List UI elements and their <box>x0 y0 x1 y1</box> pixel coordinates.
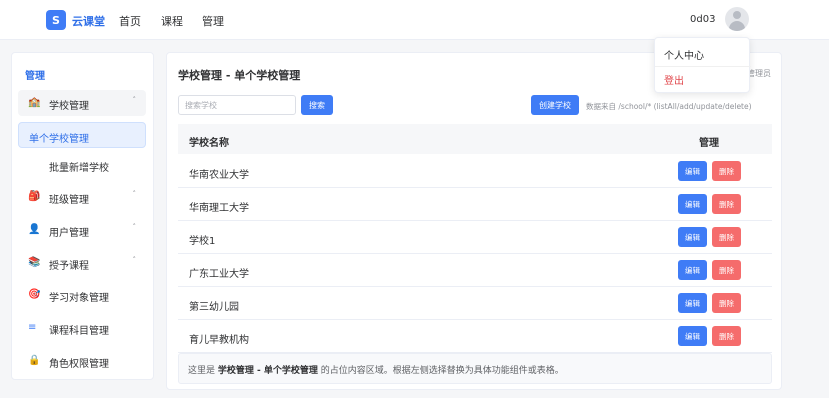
avatar[interactable] <box>725 7 749 31</box>
edit-button[interactable]: 编辑 <box>678 260 707 280</box>
placeholder-note-highlight: 学校管理 - 单个学校管理 <box>217 366 318 376</box>
menu-item-profile[interactable]: 个人中心 <box>664 47 704 62</box>
edit-button[interactable]: 编辑 <box>678 227 707 247</box>
avatar-head-icon <box>733 11 741 19</box>
user-icon: 👤 <box>28 224 41 235</box>
school-name: 第三幼儿园 <box>189 302 239 313</box>
sidebar-item-label: 单个学校管理 <box>29 134 89 145</box>
page-title: 学校管理 - 单个学校管理 <box>178 69 301 82</box>
sidebar-item-label: 授予课程 <box>49 261 89 272</box>
school-name: 华南理工大学 <box>189 203 249 214</box>
user-name[interactable]: 0d03 <box>690 14 715 25</box>
menu-item-logout[interactable]: 登出 <box>664 72 684 87</box>
sidebar-item-learning-objects[interactable]: 🎯 学习对象管理 <box>18 282 146 308</box>
column-header-name: 学校名称 <box>189 138 229 149</box>
sidebar-item-label: 课程科目管理 <box>49 326 109 337</box>
sidebar-item-school-management[interactable]: 🏫 学校管理 ˄ <box>18 90 146 116</box>
edit-button[interactable]: 编辑 <box>678 293 707 313</box>
list-icon: ≡ <box>28 322 37 333</box>
table-row: 广东工业大学 编辑 删除 <box>178 254 772 287</box>
admin-role-hint: 管理员 <box>747 69 771 78</box>
app-logo[interactable]: S <box>46 10 66 30</box>
sidebar-item-course-subjects[interactable]: ≡ 课程科目管理 <box>18 315 146 341</box>
column-header-actions: 管理 <box>699 138 719 149</box>
books-icon: 📚 <box>28 257 41 268</box>
chevron-up-icon: ˄ <box>132 96 137 104</box>
sidebar-item-label: 班级管理 <box>49 195 89 206</box>
main-panel: 学校管理 - 单个学校管理 管理员 搜索 创建学校 数据来自 /school/*… <box>166 52 782 390</box>
school-name: 广东工业大学 <box>189 269 249 280</box>
edit-button[interactable]: 编辑 <box>678 161 707 181</box>
edit-button[interactable]: 编辑 <box>678 326 707 346</box>
bag-icon: 🎒 <box>28 191 41 202</box>
sidebar-item-role-permissions[interactable]: 🔒 角色权限管理 <box>18 348 146 374</box>
delete-button[interactable]: 删除 <box>712 293 741 313</box>
chevron-up-icon: ˄ <box>132 256 137 264</box>
sidebar-item-label: 学校管理 <box>49 101 89 112</box>
delete-button[interactable]: 删除 <box>712 227 741 247</box>
sidebar-item-batch-add-school[interactable]: 批量新增学校 <box>18 152 146 178</box>
chevron-up-icon: ˄ <box>132 190 137 198</box>
top-navbar: S 云课堂 首页 课程 管理 0d03 <box>0 0 829 40</box>
sidebar-item-label: 学习对象管理 <box>49 293 109 304</box>
sidebar-item-label: 角色权限管理 <box>49 359 109 370</box>
placeholder-note-suffix: 的占位内容区域。根据左侧选择替换为具体功能组件或表格。 <box>317 366 564 376</box>
nav-admin[interactable]: 管理 <box>202 13 224 29</box>
delete-button[interactable]: 删除 <box>712 194 741 214</box>
school-icon: 🏫 <box>28 97 41 108</box>
sidebar-item-label: 用户管理 <box>49 228 89 239</box>
sidebar-title: 管理 <box>25 71 45 82</box>
delete-button[interactable]: 删除 <box>712 161 741 181</box>
sidebar-item-user-management[interactable]: 👤 用户管理 ˄ <box>18 217 146 243</box>
sidebar-item-grant-courses[interactable]: 📚 授予课程 ˄ <box>18 250 146 276</box>
school-name: 华南农业大学 <box>189 170 249 181</box>
nav-home[interactable]: 首页 <box>119 13 141 29</box>
avatar-body-icon <box>729 21 745 31</box>
table-row: 华南农业大学 编辑 删除 <box>178 155 772 188</box>
table-row: 第三幼儿园 编辑 删除 <box>178 287 772 320</box>
delete-button[interactable]: 删除 <box>712 260 741 280</box>
data-source-note: 数据来自 /school/* (listAll/add/update/delet… <box>586 102 752 111</box>
school-name: 育儿早教机构 <box>189 335 249 346</box>
lock-icon: 🔒 <box>28 355 41 366</box>
create-school-button[interactable]: 创建学校 <box>531 95 579 115</box>
placeholder-note-prefix: 这里是 <box>188 366 218 376</box>
table-row: 华南理工大学 编辑 删除 <box>178 188 772 221</box>
search-button[interactable]: 搜索 <box>301 95 333 115</box>
table-header: 学校名称 管理 <box>178 124 772 154</box>
edit-button[interactable]: 编辑 <box>678 194 707 214</box>
sidebar: 管理 🏫 学校管理 ˄ 单个学校管理 批量新增学校 🎒 班级管理 ˄ 👤 用户管… <box>11 52 154 380</box>
sidebar-item-class-management[interactable]: 🎒 班级管理 ˄ <box>18 184 146 210</box>
chevron-up-icon: ˄ <box>132 223 137 231</box>
menu-divider <box>655 66 751 67</box>
nav-courses[interactable]: 课程 <box>161 13 183 29</box>
delete-button[interactable]: 删除 <box>712 326 741 346</box>
brand-name[interactable]: 云课堂 <box>72 13 105 29</box>
user-dropdown-menu: 个人中心 登出 <box>654 37 751 93</box>
sidebar-item-single-school[interactable]: 单个学校管理 <box>18 122 146 148</box>
school-name: 学校1 <box>189 236 216 247</box>
search-input[interactable] <box>178 95 296 115</box>
sidebar-item-label: 批量新增学校 <box>49 163 109 174</box>
table-row: 育儿早教机构 编辑 删除 <box>178 320 772 353</box>
table-row: 学校1 编辑 删除 <box>178 221 772 254</box>
target-icon: 🎯 <box>28 289 41 300</box>
placeholder-note: 这里是 学校管理 - 单个学校管理 的占位内容区域。根据左侧选择替换为具体功能组… <box>178 353 772 384</box>
